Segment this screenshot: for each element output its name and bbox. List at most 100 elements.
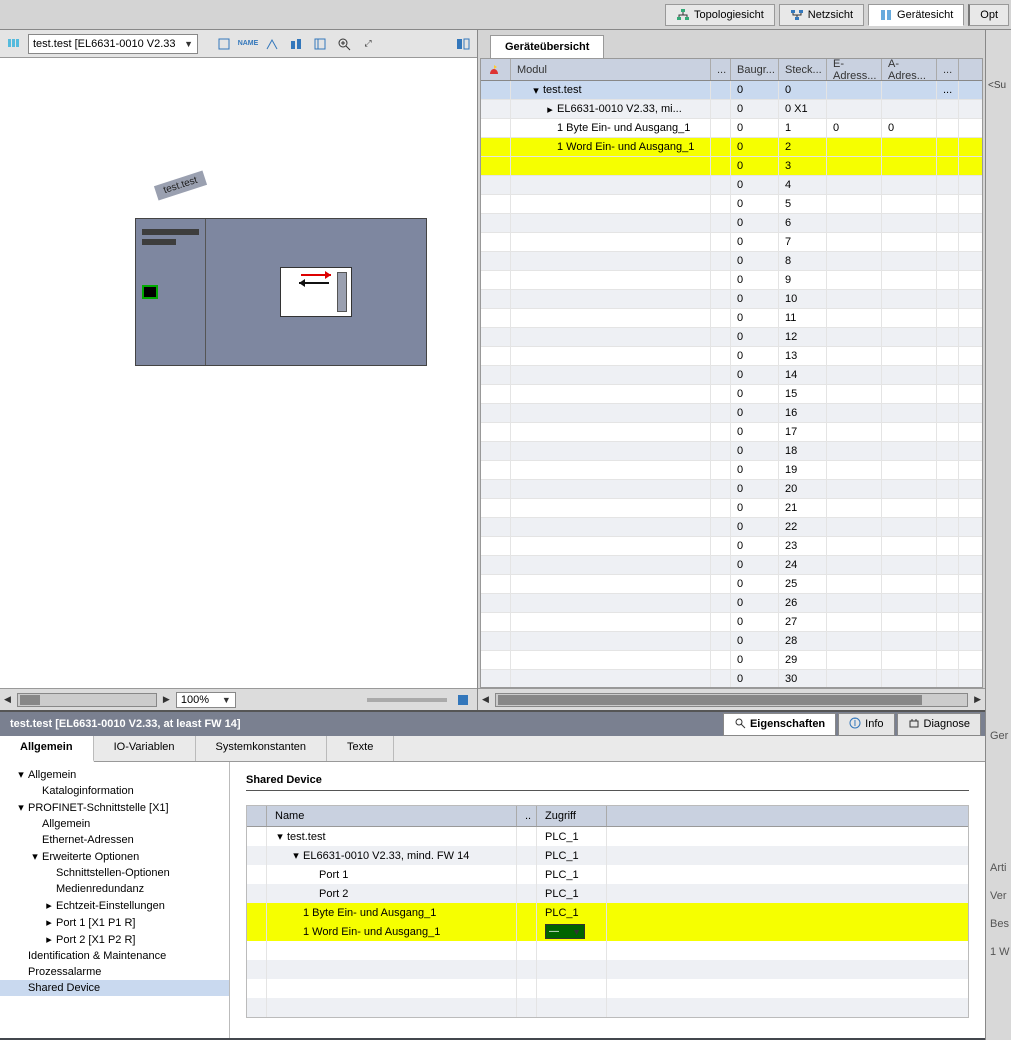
table-row[interactable]: ▾EL6631-0010 V2.33, mind. FW 14PLC_1 <box>247 846 968 865</box>
table-row[interactable]: 03 <box>481 157 982 176</box>
table-row[interactable]: 015 <box>481 385 982 404</box>
table-row[interactable]: 09 <box>481 271 982 290</box>
table-row[interactable]: 023 <box>481 537 982 556</box>
table-row[interactable]: 013 <box>481 347 982 366</box>
table-row[interactable]: 025 <box>481 575 982 594</box>
nav-item[interactable]: ▾Erweiterte Optionen <box>0 848 229 865</box>
tab-info[interactable]: i Info <box>838 713 894 736</box>
nav-item[interactable]: Medienredundanz <box>0 881 229 897</box>
table-row[interactable]: 1 Byte Ein- und Ausgang_1PLC_1 <box>247 903 968 922</box>
device-selector[interactable]: test.test [EL6631-0010 V2.33 ▼ <box>28 34 198 54</box>
table-row[interactable]: 027 <box>481 613 982 632</box>
ethernet-port-icon[interactable] <box>142 285 158 299</box>
table-row[interactable]: Port 1PLC_1 <box>247 865 968 884</box>
table-row[interactable]: 07 <box>481 233 982 252</box>
col-access[interactable]: Zugriff <box>537 806 607 826</box>
nav-item[interactable]: ▸Port 2 [X1 P2 R] <box>0 931 229 948</box>
scroll-left-icon[interactable]: ◀ <box>4 694 11 705</box>
table-row[interactable]: 08 <box>481 252 982 271</box>
device-rack[interactable]: test.test <box>135 218 427 366</box>
col-name[interactable]: Name <box>267 806 517 826</box>
table-row[interactable]: 022 <box>481 518 982 537</box>
nav-item[interactable]: Shared Device <box>0 980 229 996</box>
nav-item[interactable]: Kataloginformation <box>0 783 229 799</box>
table-row[interactable]: 024 <box>481 556 982 575</box>
nav-item[interactable]: ▸Port 1 [X1 P1 R] <box>0 914 229 931</box>
tab-options[interactable]: Opt <box>968 4 1009 26</box>
table-row[interactable]: 020 <box>481 480 982 499</box>
table-row[interactable]: ▸EL6631-0010 V2.33, mi...00 X1 <box>481 100 982 119</box>
table-row[interactable]: 026 <box>481 594 982 613</box>
subtab-general[interactable]: Allgemein <box>0 736 94 762</box>
tool-btn-5[interactable] <box>310 34 330 54</box>
expand-icon[interactable]: ⤢ <box>358 34 378 54</box>
grid-body[interactable]: ▾test.test00...▸EL6631-0010 V2.33, mi...… <box>481 81 982 687</box>
hscrollbar[interactable] <box>495 693 968 707</box>
device-nav-icon[interactable] <box>4 34 24 54</box>
table-row[interactable]: 04 <box>481 176 982 195</box>
subtab-texts[interactable]: Texte <box>327 736 394 761</box>
nav-item[interactable]: Prozessalarme <box>0 964 229 980</box>
col-dots[interactable]: .. <box>517 806 537 826</box>
layout-toggle-icon[interactable] <box>453 34 473 54</box>
device-canvas[interactable]: test.test <box>0 58 477 688</box>
nav-item[interactable]: Allgemein <box>0 816 229 832</box>
col-icon[interactable] <box>481 59 511 80</box>
access-dropdown[interactable]: — ▼ <box>545 924 585 939</box>
table-row[interactable]: 018 <box>481 442 982 461</box>
col-rack[interactable]: Baugr... <box>731 59 779 80</box>
shared-grid-body[interactable]: ▾test.testPLC_1▾EL6631-0010 V2.33, mind.… <box>247 827 968 1017</box>
zoom-input[interactable]: 100% ▼ <box>176 692 236 708</box>
subtab-sysconst[interactable]: Systemkonstanten <box>196 736 328 761</box>
table-row[interactable]: 06 <box>481 214 982 233</box>
table-row[interactable]: 011 <box>481 309 982 328</box>
tool-btn-1[interactable] <box>214 34 234 54</box>
table-row[interactable]: ▾test.testPLC_1 <box>247 827 968 846</box>
tool-btn-4[interactable] <box>286 34 306 54</box>
nav-item[interactable]: Schnittstellen-Optionen <box>0 865 229 881</box>
table-row[interactable]: 029 <box>481 651 982 670</box>
subtab-iovars[interactable]: IO-Variablen <box>94 736 196 761</box>
scroll-right-icon[interactable]: ▶ <box>974 694 981 705</box>
table-row[interactable]: Port 2PLC_1 <box>247 884 968 903</box>
hscrollbar[interactable] <box>17 693 157 707</box>
properties-nav-tree[interactable]: ▾AllgemeinKataloginformation▾PROFINET-Sc… <box>0 762 230 1038</box>
table-row[interactable]: 05 <box>481 195 982 214</box>
tab-device[interactable]: Gerätesicht <box>868 4 964 26</box>
tool-btn-name[interactable]: NAME <box>238 34 258 54</box>
col-qaddr[interactable]: A-Adres... <box>882 59 937 80</box>
nav-item[interactable]: ▾Allgemein <box>0 766 229 783</box>
table-row[interactable]: 014 <box>481 366 982 385</box>
tab-network[interactable]: Netzsicht <box>779 4 864 26</box>
table-row[interactable]: 1 Word Ein- und Ausgang_1— ▼ <box>247 922 968 941</box>
zoom-slider[interactable] <box>367 698 447 702</box>
table-row[interactable]: 1 Word Ein- und Ausgang_102 <box>481 138 982 157</box>
tab-diagnose[interactable]: Diagnose <box>897 713 981 736</box>
tab-overview[interactable]: Geräteübersicht <box>490 35 604 58</box>
col-dots[interactable]: ... <box>711 59 731 80</box>
tab-properties[interactable]: Eigenschaften <box>723 713 836 736</box>
table-row[interactable]: 019 <box>481 461 982 480</box>
col-slot[interactable]: Steck... <box>779 59 827 80</box>
io-module[interactable] <box>280 267 352 317</box>
scroll-right-icon[interactable]: ▶ <box>163 694 170 705</box>
table-row[interactable]: ▾test.test00... <box>481 81 982 100</box>
nav-item[interactable]: Identification & Maintenance <box>0 948 229 964</box>
nav-item[interactable]: ▾PROFINET-Schnittstelle [X1] <box>0 799 229 816</box>
table-row[interactable]: 1 Byte Ein- und Ausgang_10100 <box>481 119 982 138</box>
table-row[interactable]: 017 <box>481 423 982 442</box>
table-row[interactable]: 016 <box>481 404 982 423</box>
col-end[interactable]: ... <box>937 59 959 80</box>
nav-item[interactable]: Ethernet-Adressen <box>0 832 229 848</box>
table-row[interactable]: 021 <box>481 499 982 518</box>
table-row[interactable]: 030 <box>481 670 982 687</box>
tool-btn-3[interactable] <box>262 34 282 54</box>
table-row[interactable]: 010 <box>481 290 982 309</box>
scroll-left-icon[interactable]: ◀ <box>482 694 489 705</box>
table-row[interactable]: 012 <box>481 328 982 347</box>
tab-topology[interactable]: Topologiesicht <box>665 4 775 26</box>
col-iaddr[interactable]: E-Adress... <box>827 59 882 80</box>
zoom-in-icon[interactable] <box>334 34 354 54</box>
nav-item[interactable]: ▸Echtzeit-Einstellungen <box>0 897 229 914</box>
col-module[interactable]: Modul <box>511 59 711 80</box>
